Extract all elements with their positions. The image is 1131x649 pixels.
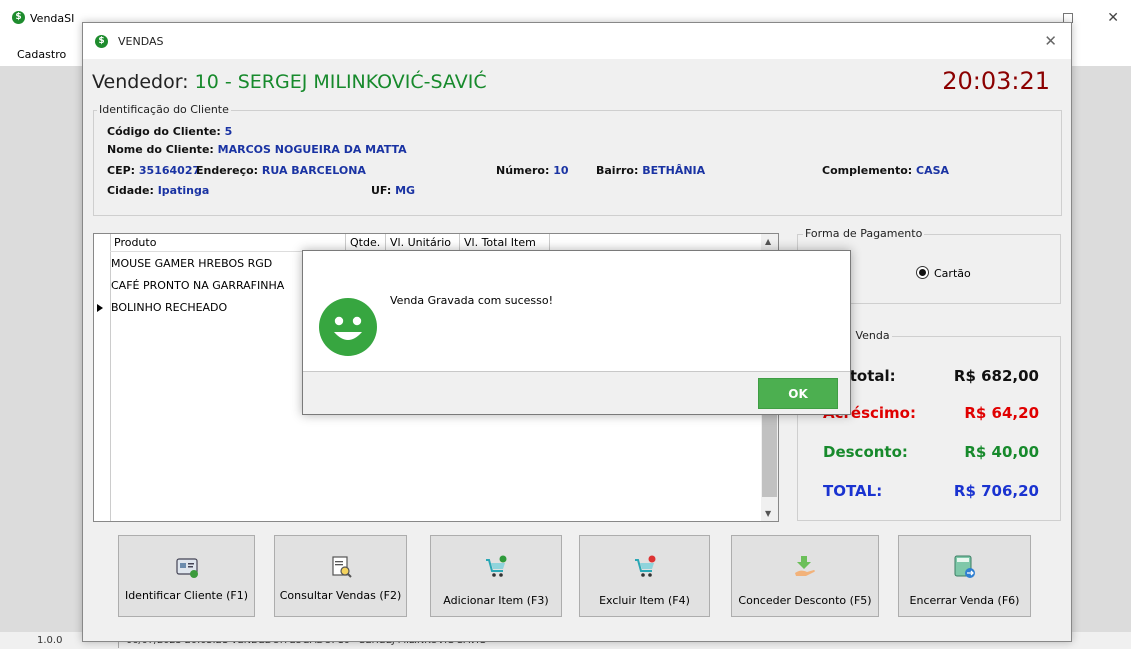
numero-value: 10 (553, 164, 569, 177)
document-search-icon (331, 556, 352, 578)
vendas-titlebar: $ VENDAS ✕ (83, 23, 1071, 59)
pagamento-group-title: Forma de Pagamento (803, 227, 925, 240)
close-icon[interactable]: ✕ (1044, 32, 1057, 50)
success-dialog: Venda Gravada com sucesso! OK (302, 250, 851, 415)
cliente-group: Identificação do Cliente Código do Clien… (93, 103, 1062, 216)
total-label: TOTAL: (823, 482, 883, 500)
vendas-window-title: VENDAS (118, 35, 164, 48)
clock: 20:03:21 (942, 67, 1050, 95)
adicionar-item-button[interactable]: Adicionar Item (F3) (430, 535, 562, 617)
cliente-group-title: Identificação do Cliente (97, 103, 231, 116)
current-row-arrow-icon (97, 304, 103, 312)
total-value: R$ 706,20 (953, 482, 1039, 500)
calculator-icon (954, 555, 975, 578)
scroll-up-icon[interactable]: ▲ (765, 237, 771, 246)
dialog-divider (303, 371, 850, 372)
app-icon: $ (12, 11, 25, 24)
endereco: Endereço: RUA BARCELONA (196, 164, 366, 177)
close-icon[interactable]: ✕ (1107, 10, 1119, 26)
desconto-label: Desconto: (823, 443, 908, 461)
acrescimo-value: R$ 64,20 (964, 404, 1039, 422)
cell-produto: MOUSE GAMER HREBOS RGD (111, 257, 273, 270)
desconto-value: R$ 40,00 (964, 443, 1039, 461)
cart-remove-icon (634, 555, 655, 577)
app-icon: $ (95, 35, 108, 48)
cell-produto: CAFÉ PRONTO NA GARRAFINHA (111, 279, 285, 292)
encerrar-venda-label: Encerrar Venda (F6) (909, 594, 1020, 607)
vendedor-heading: Vendedor: 10 - SERGEJ MILINKOVIĆ-SAVIĆ (92, 71, 487, 93)
cep: CEP: 35164027 (107, 164, 201, 177)
dialog-body: Venda Gravada com sucesso! (303, 251, 850, 371)
smiley-icon (319, 298, 377, 356)
bairro-value: BETHÂNIA (642, 164, 706, 177)
encerrar-venda-button[interactable]: Encerrar Venda (F6) (898, 535, 1031, 617)
dialog-message: Venda Gravada com sucesso! (390, 294, 553, 307)
cidade-value: Ipatinga (157, 184, 210, 197)
cep-value: 35164027 (138, 164, 201, 177)
radio-selected-icon (916, 266, 929, 279)
complemento-value: CASA (916, 164, 950, 177)
vendedor-name: 10 - SERGEJ MILINKOVIĆ-SAVIĆ (194, 71, 487, 93)
nome-cliente: Nome do Cliente: MARCOS NOGUEIRA DA MATT… (107, 143, 407, 156)
excluir-item-label: Excluir Item (F4) (599, 594, 690, 607)
identificar-cliente-button[interactable]: Identificar Cliente (F1) (118, 535, 255, 617)
cidade: Cidade: Ipatinga (107, 184, 210, 197)
codigo-cliente-value: 5 (224, 125, 233, 138)
bairro: Bairro: BETHÂNIA (596, 164, 706, 177)
conceder-desconto-label: Conceder Desconto (F5) (738, 594, 872, 607)
uf-value: MG (395, 184, 416, 197)
subtotal-value: R$ 682,00 (953, 367, 1039, 385)
codigo-cliente: Código do Cliente: 5 (107, 125, 233, 138)
identificar-cliente-label: Identificar Cliente (F1) (124, 589, 249, 602)
endereco-value: RUA BARCELONA (261, 164, 366, 177)
conceder-desconto-button[interactable]: Conceder Desconto (F5) (731, 535, 879, 617)
uf: UF: MG (371, 184, 416, 197)
numero: Número: 10 (496, 164, 569, 177)
id-card-icon (175, 558, 198, 578)
ok-button[interactable]: OK (758, 378, 838, 409)
excluir-item-button[interactable]: Excluir Item (F4) (579, 535, 710, 617)
cell-produto: BOLINHO RECHEADO (111, 301, 228, 314)
scroll-down-icon[interactable]: ▼ (765, 509, 771, 518)
discount-hand-icon (795, 556, 815, 576)
menu-item-cadastro[interactable]: Cadastro (17, 48, 66, 61)
consultar-vendas-button[interactable]: Consultar Vendas (F2) (274, 535, 407, 617)
nome-cliente-value: MARCOS NOGUEIRA DA MATTA (217, 143, 407, 156)
cart-add-icon (486, 555, 507, 577)
status-version: 1.0.0 (37, 635, 63, 646)
complemento: Complemento: CASA (822, 164, 950, 177)
consultar-vendas-label: Consultar Vendas (F2) (279, 589, 402, 602)
vendedor-prefix: Vendedor: (92, 71, 195, 93)
adicionar-item-label: Adicionar Item (F3) (443, 594, 549, 607)
radio-cartao[interactable]: Cartão (916, 266, 971, 280)
main-window-title: VendaSI (30, 12, 75, 25)
